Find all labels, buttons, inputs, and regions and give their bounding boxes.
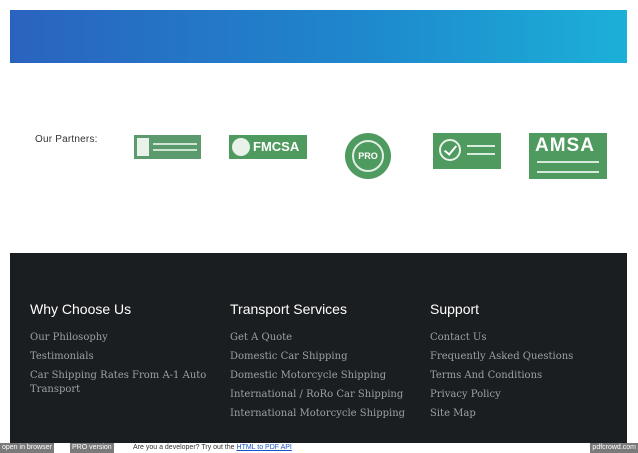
footer-link-our-philosophy[interactable]: Our Philosophy (30, 331, 215, 345)
fmcsa-logo-text: FMCSA (253, 139, 300, 154)
promover-logo[interactable]: PRO (345, 133, 391, 179)
pdfcrowd-message-text: Are you a developer? Try out the (133, 444, 235, 451)
footer-link-shipping-rates[interactable]: Car Shipping Rates From A-1 Auto Transpo… (30, 369, 215, 397)
footer-column-title: Why Choose Us (30, 301, 132, 317)
checkmark-icon (439, 139, 461, 161)
footer-link-list: Contact Us Frequently Asked Questions Te… (430, 331, 620, 426)
pro-version-button[interactable]: PRO version (70, 443, 114, 453)
footer-column-title: Transport Services (230, 301, 347, 317)
bbb-text-lines (153, 143, 197, 151)
footer-link-international-car-shipping[interactable]: International / RoRo Car Shipping (230, 388, 415, 402)
amsa-logo-text: AMSA (535, 135, 595, 156)
footer-link-list: Get A Quote Domestic Car Shipping Domest… (230, 331, 415, 426)
footer-link-terms[interactable]: Terms And Conditions (430, 369, 620, 383)
bbb-seal-icon (137, 138, 149, 156)
footer-link-get-a-quote[interactable]: Get A Quote (230, 331, 415, 345)
fmcsa-logo[interactable]: FMCSA (229, 135, 307, 159)
footer-link-international-motorcycle-shipping[interactable]: International Motorcycle Shipping (230, 407, 415, 421)
header-banner (10, 10, 627, 63)
footer-link-domestic-car-shipping[interactable]: Domestic Car Shipping (230, 350, 415, 364)
open-in-browser-button[interactable]: open in browser (0, 443, 54, 453)
footer-link-contact-us[interactable]: Contact Us (430, 331, 620, 345)
footer-link-domestic-motorcycle-shipping[interactable]: Domestic Motorcycle Shipping (230, 369, 415, 383)
amsa-logo[interactable]: AMSA (529, 133, 607, 179)
bbb-logo[interactable] (134, 135, 201, 159)
verisign-logo[interactable] (433, 133, 501, 169)
footer-link-testimonials[interactable]: Testimonials (30, 350, 215, 364)
promover-logo-text: PRO (352, 140, 384, 172)
pdfcrowd-brand-link[interactable]: pdfcrowd.com (590, 443, 638, 453)
fmcsa-emblem-icon (232, 138, 250, 156)
footer-column-title: Support (430, 301, 480, 317)
partners-label: Our Partners: (35, 134, 98, 145)
pdfcrowd-message: Are you a developer? Try out the HTML to… (133, 443, 292, 453)
amsa-subtitle-lines (537, 161, 599, 173)
footer-link-list: Our Philosophy Testimonials Car Shipping… (30, 331, 215, 402)
verisign-text-lines (467, 145, 495, 155)
pdfcrowd-bar: open in browser PRO version Are you a de… (0, 443, 638, 453)
html-to-pdf-api-link[interactable]: HTML to PDF API (237, 444, 292, 451)
footer-link-faq[interactable]: Frequently Asked Questions (430, 350, 620, 364)
footer-link-privacy-policy[interactable]: Privacy Policy (430, 388, 620, 402)
site-footer: Why Choose Us Our Philosophy Testimonial… (10, 253, 627, 443)
footer-link-site-map[interactable]: Site Map (430, 407, 620, 421)
